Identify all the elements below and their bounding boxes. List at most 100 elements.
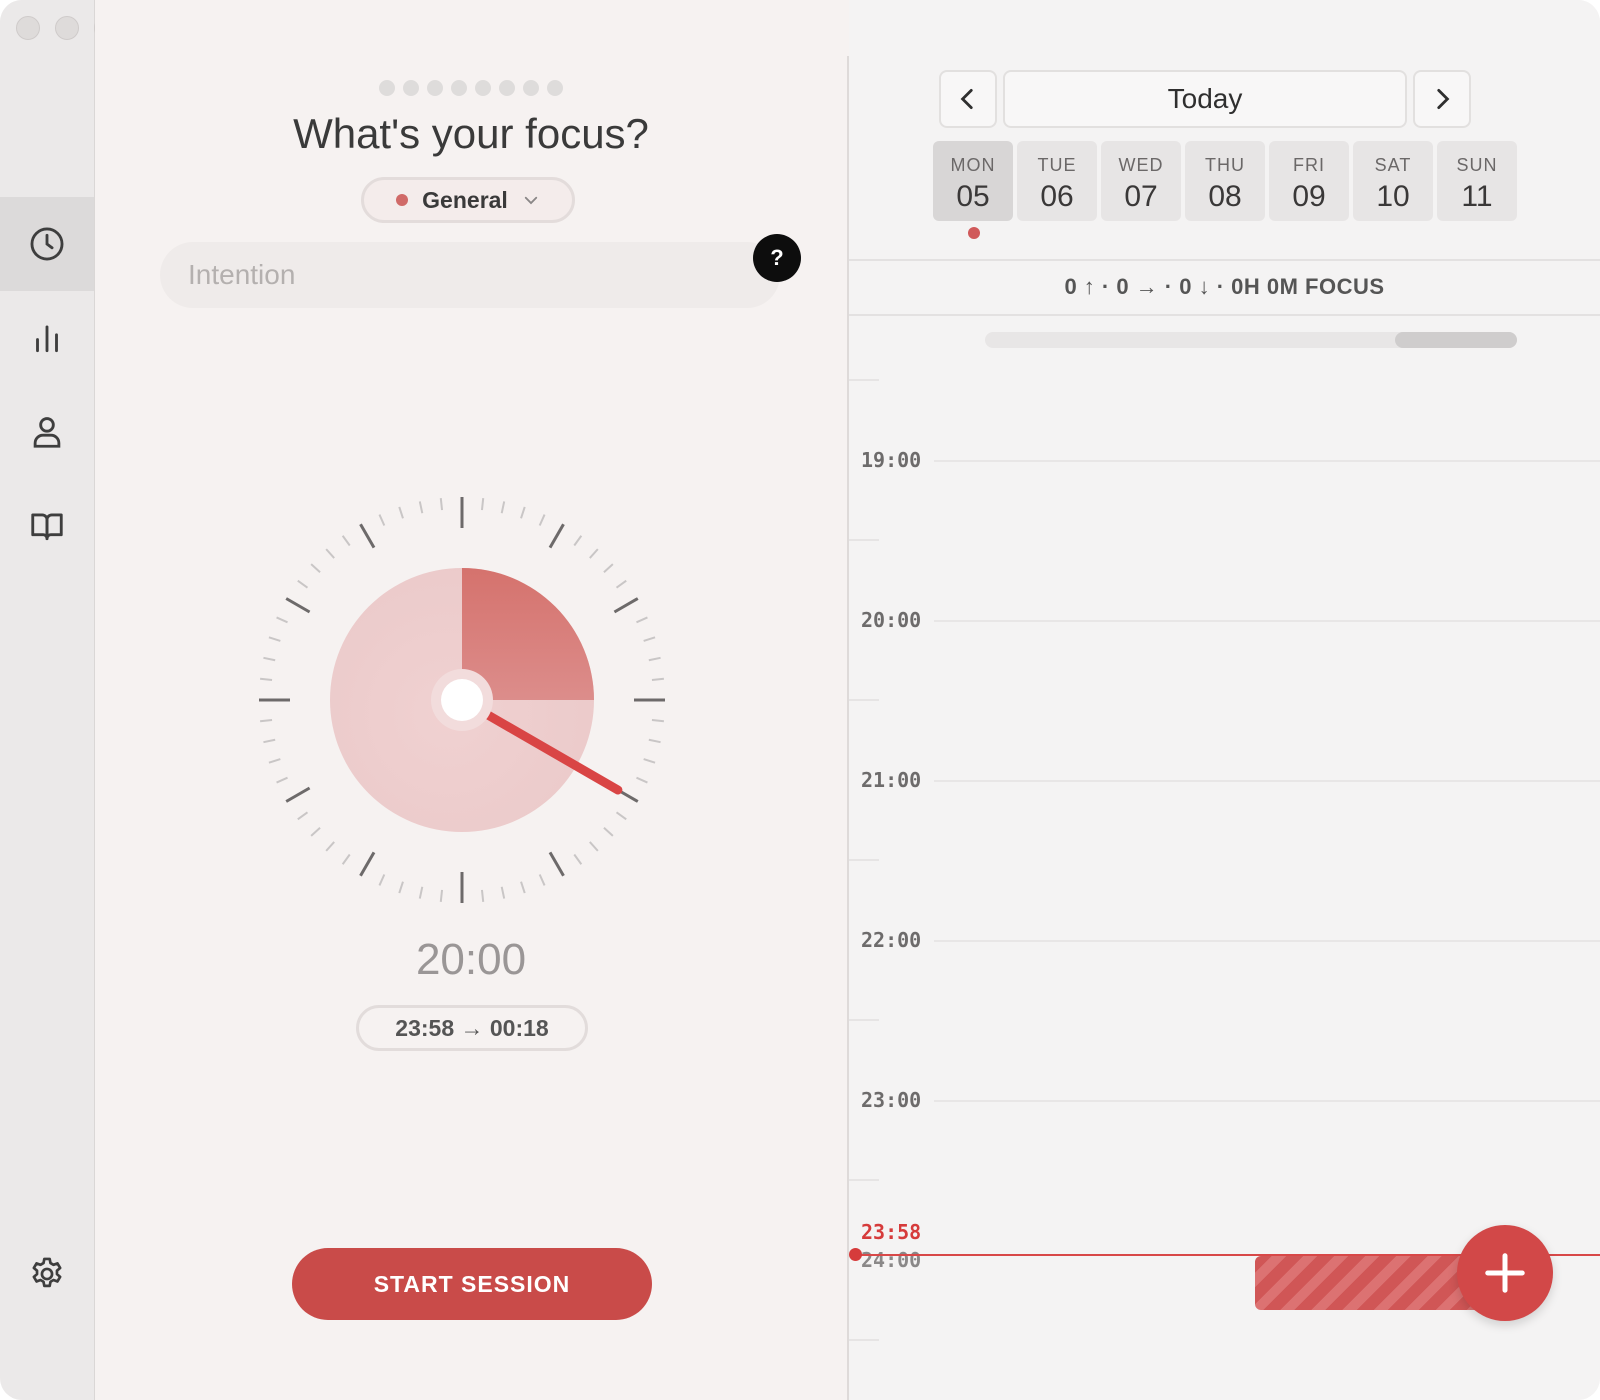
half-hour-tick: [849, 379, 879, 381]
dial-tick: [260, 718, 273, 723]
hour-line: [934, 1100, 1600, 1102]
settings-button[interactable]: [0, 1227, 94, 1321]
day-cell-tue[interactable]: TUE 06: [1017, 141, 1097, 221]
dial-tick: [378, 874, 386, 886]
hour-label: 23:00: [861, 1088, 922, 1112]
day-name: SAT: [1374, 155, 1412, 175]
day-name: MON: [950, 155, 996, 175]
chevron-left-icon: [960, 88, 973, 110]
timer-dial[interactable]: [0, 0, 847, 960]
timer-duration: 20:00: [415, 935, 527, 984]
day-date: 08: [1208, 180, 1242, 213]
day-date: 10: [1376, 180, 1410, 213]
day-name: FRI: [1293, 155, 1325, 175]
dial-tick: [480, 889, 485, 902]
dial-tick: [648, 738, 661, 744]
today-button[interactable]: Today: [1003, 70, 1407, 128]
day-name: THU: [1205, 155, 1245, 175]
hour-line: [934, 620, 1600, 622]
day-date: 05: [956, 180, 990, 213]
dial-tick: [480, 498, 485, 511]
dial-tick: [276, 776, 288, 784]
dial-tick: [398, 506, 404, 519]
focus-panel: What's your focus? General ?: [95, 0, 847, 1400]
dial-tick: [603, 563, 614, 573]
half-hour-tick: [849, 1179, 879, 1181]
app-window: What's your focus? General ?: [0, 0, 1600, 1400]
day-cell-thu[interactable]: THU 08: [1185, 141, 1265, 221]
day-cell-sun[interactable]: SUN 11: [1437, 141, 1517, 221]
dial-tick: [615, 579, 627, 589]
dial-tick: [500, 501, 506, 514]
dial-tick: [636, 616, 648, 624]
dial-tick: [538, 514, 546, 526]
day-name: WED: [1118, 155, 1164, 175]
planned-session-block[interactable]: [1255, 1256, 1485, 1310]
dial-tick: [341, 535, 351, 547]
chevron-right-icon: [1437, 88, 1450, 110]
dial-tick: [359, 851, 376, 877]
dial-tick: [636, 776, 648, 784]
dial-tick: [268, 758, 281, 764]
dial-tick: [603, 827, 614, 837]
dial-tick: [589, 548, 599, 559]
day-cell-mon[interactable]: MON 05: [933, 141, 1013, 221]
focus-stats: 0 ↑ · 0 → · 0 ↓ · 0H 0M FOCUS: [1064, 274, 1385, 299]
scrollbar-thumb[interactable]: [1395, 332, 1517, 348]
dial-tick: [325, 841, 335, 852]
hour-label: 20:00: [861, 608, 922, 632]
dial-tick: [651, 718, 664, 723]
day-cell-wed[interactable]: WED 07: [1101, 141, 1181, 221]
day-name: TUE: [1037, 155, 1077, 175]
dial-tick: [573, 853, 583, 865]
prev-week-button[interactable]: [939, 70, 997, 128]
divider: [849, 259, 1600, 261]
dial-tick: [263, 738, 276, 744]
dial-tick: [538, 874, 546, 886]
dial-tick: [548, 523, 565, 549]
current-time-dot: [849, 1248, 862, 1261]
hour-label: 21:00: [861, 768, 922, 792]
dial-tick: [359, 523, 376, 549]
dial-tick: [263, 656, 276, 662]
dial-tick: [260, 677, 273, 682]
time-range-badge[interactable]: 23:58 → 00:18: [356, 1005, 588, 1051]
today-marker-dot: [968, 227, 980, 239]
dial-tick: [439, 498, 444, 511]
dial-tick: [276, 616, 288, 624]
dial-tick: [648, 656, 661, 662]
dial-tick: [573, 535, 583, 547]
hour-label: 24:00: [861, 1248, 922, 1272]
dial-tick: [548, 851, 565, 877]
half-hour-tick: [849, 539, 879, 541]
dial-tick: [310, 563, 321, 573]
dial-tick: [613, 597, 639, 614]
next-week-button[interactable]: [1413, 70, 1471, 128]
half-hour-tick: [849, 699, 879, 701]
dial-tick: [310, 827, 321, 837]
half-hour-tick: [849, 1339, 879, 1341]
dial-tick: [378, 514, 386, 526]
day-cell-fri[interactable]: FRI 09: [1269, 141, 1349, 221]
gear-icon: [32, 1257, 62, 1288]
dial-knob[interactable]: [441, 679, 483, 721]
half-hour-tick: [849, 1019, 879, 1021]
dial-tick: [500, 886, 506, 899]
dial-tick: [651, 677, 664, 682]
dial-tick: [398, 881, 404, 894]
dial-tick: [418, 501, 424, 514]
plus-icon: [1485, 1253, 1525, 1293]
hour-label: 19:00: [861, 448, 922, 472]
add-session-button[interactable]: [1457, 1225, 1553, 1321]
dial-tick: [520, 881, 526, 894]
day-cell-sat[interactable]: SAT 10: [1353, 141, 1433, 221]
dial-tick: [285, 786, 311, 803]
dial-tick: [341, 853, 351, 865]
dial-tick: [520, 506, 526, 519]
day-date: 11: [1461, 180, 1493, 213]
dial-tick: [439, 889, 444, 902]
calendar-panel: Today MON 05 TUE 06 WED 07 THU 08 FRI 09…: [849, 0, 1600, 1400]
start-session-button[interactable]: START SESSION: [292, 1248, 652, 1320]
dial-tick: [418, 886, 424, 899]
dial-tick: [297, 579, 309, 589]
